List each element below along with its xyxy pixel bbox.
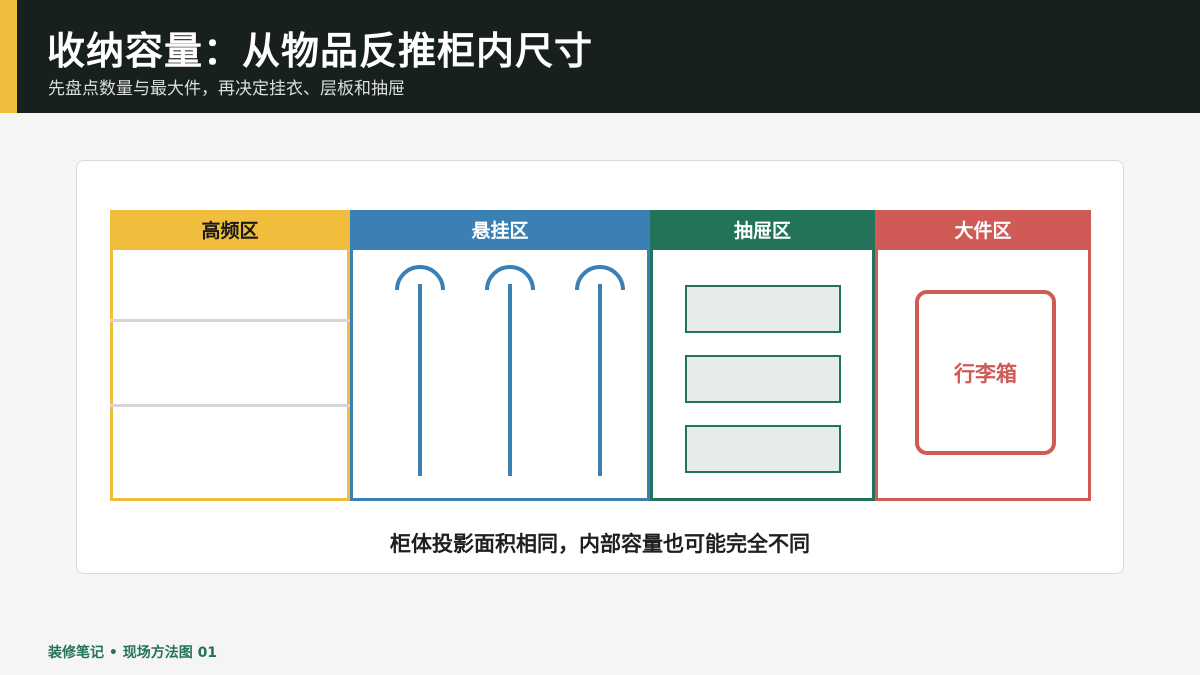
zone-label-large-items: 大件区 xyxy=(875,210,1091,250)
footer-credit: 装修笔记 • 现场方法图 01 xyxy=(48,645,218,661)
zone-label-drawer: 抽屉区 xyxy=(650,210,875,250)
drawer-2 xyxy=(685,355,841,403)
hanger-group xyxy=(395,265,625,476)
shelf-2 xyxy=(110,404,350,407)
header-accent-stripe xyxy=(0,0,17,113)
hanger-icon xyxy=(575,265,625,476)
zone-label-high-frequency: 高频区 xyxy=(110,210,350,250)
page-subtitle: 先盘点数量与最大件，再决定挂衣、层板和抽屉 xyxy=(48,79,405,99)
hanger-icon xyxy=(485,265,535,476)
diagram-caption: 柜体投影面积相同，内部容量也可能完全不同 xyxy=(390,532,810,556)
zone-label-hanging: 悬挂区 xyxy=(350,210,650,250)
luggage-label: 行李箱 xyxy=(954,362,1017,386)
header-bar: 收纳容量：从物品反推柜内尺寸 先盘点数量与最大件，再决定挂衣、层板和抽屉 xyxy=(0,0,1200,113)
drawer-3 xyxy=(685,425,841,473)
zone-high-frequency: 高频区 xyxy=(110,210,350,501)
page-title: 收纳容量：从物品反推柜内尺寸 xyxy=(47,29,594,73)
luggage-box: 行李箱 xyxy=(915,290,1056,455)
hanger-icon xyxy=(395,265,445,476)
drawer-1 xyxy=(685,285,841,333)
shelf-1 xyxy=(110,319,350,322)
